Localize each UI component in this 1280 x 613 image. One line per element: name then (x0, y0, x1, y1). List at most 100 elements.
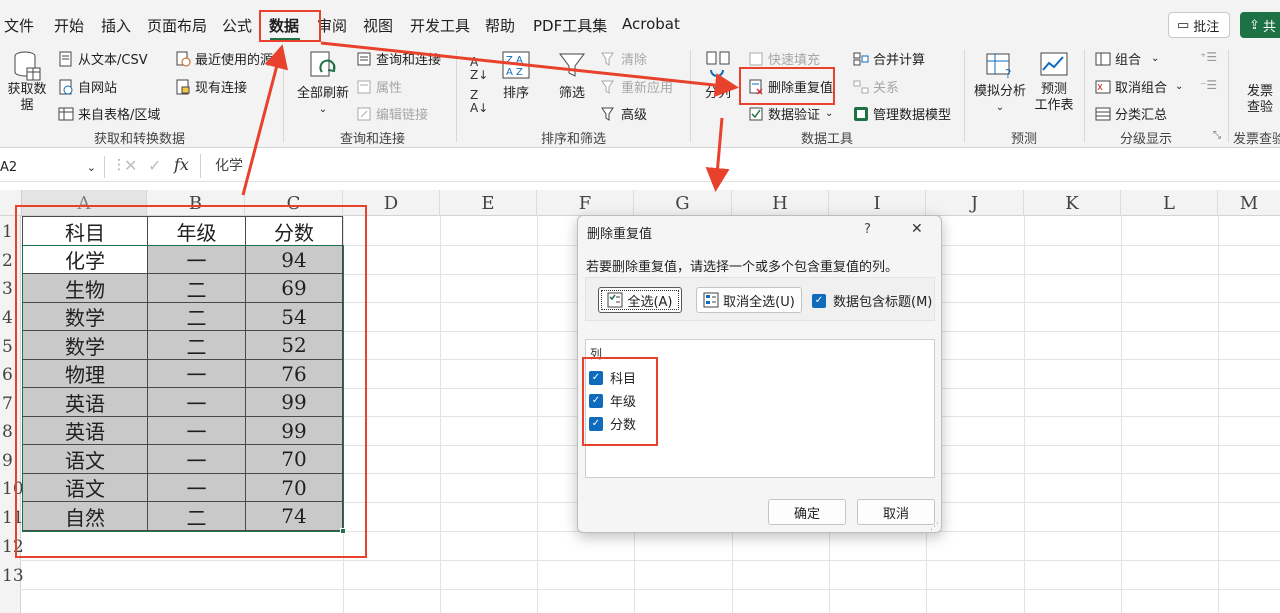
sort-button[interactable]: Z A A Z 排序 (498, 50, 534, 102)
cancel-button[interactable]: 取消 (857, 499, 935, 525)
invoice-check-button[interactable]: 发票 查验 (1240, 84, 1280, 116)
table-cell[interactable]: 一 (148, 474, 246, 502)
tab-page-layout[interactable]: 页面布局 (147, 15, 207, 36)
from-table-button[interactable]: 来自表格/区域 (58, 104, 160, 123)
sort-descending-icon[interactable]: Z A↓ (470, 89, 488, 115)
flash-fill-button[interactable]: 快速填充 (748, 49, 820, 68)
table-cell[interactable]: 一 (148, 445, 246, 474)
from-web-button[interactable]: 自网站 (58, 77, 117, 96)
from-text-csv-button[interactable]: 从文本/CSV (58, 49, 148, 68)
subtotal-button[interactable]: 分类汇总 (1095, 104, 1167, 123)
table-cell[interactable]: 94 (246, 246, 343, 274)
tab-formulas[interactable]: 公式 (222, 15, 252, 36)
column-header-c[interactable]: C (245, 190, 343, 216)
table-cell[interactable]: 二 (148, 502, 246, 531)
row-header-6[interactable]: 6 (0, 365, 20, 385)
column-header-h[interactable]: H (732, 190, 829, 216)
row-header-1[interactable]: 1 (0, 222, 20, 242)
tab-data[interactable]: 数据 (269, 15, 299, 36)
show-detail-icon[interactable]: ⁺☰ (1200, 50, 1217, 64)
select-all-corner[interactable] (0, 190, 22, 216)
column-checkbox-score[interactable]: ✓ 分数 (589, 414, 636, 433)
column-header-i[interactable]: I (829, 190, 926, 216)
has-headers-checkbox[interactable]: ✓ 数据包含标题(M) (812, 291, 932, 310)
reapply-filter-button[interactable]: 重新应用 (601, 77, 673, 96)
tab-home[interactable]: 开始 (54, 15, 84, 36)
clear-filter-button[interactable]: 清除 (601, 49, 647, 68)
properties-button[interactable]: 属性 (356, 77, 402, 96)
column-checkbox-grade[interactable]: ✓ 年级 (589, 391, 636, 410)
table-cell[interactable]: 一 (148, 388, 246, 417)
resize-grip-icon[interactable]: ⋰ (930, 522, 939, 532)
forecast-sheet-button[interactable]: 预测 工作表 (1032, 50, 1076, 114)
row-header-9[interactable]: 9 (0, 451, 20, 471)
edit-links-button[interactable]: 编辑链接 (356, 104, 428, 123)
table-cell[interactable]: 一 (148, 360, 246, 388)
tab-developer[interactable]: 开发工具 (410, 15, 470, 36)
select-all-button[interactable]: 全选(A) (598, 287, 682, 313)
table-cell[interactable]: 52 (246, 331, 343, 360)
share-button[interactable]: ⇪ 共 (1240, 12, 1280, 38)
confirm-entry-icon[interactable]: ✓ (148, 156, 161, 175)
tab-acrobat[interactable]: Acrobat (622, 15, 680, 33)
table-cell[interactable]: 数学 (23, 303, 148, 331)
tab-pdf-tools[interactable]: PDF工具集 (533, 15, 607, 36)
column-header-k[interactable]: K (1024, 190, 1121, 216)
table-cell[interactable]: 99 (246, 388, 343, 417)
hide-detail-icon[interactable]: ⁻☰ (1200, 78, 1217, 92)
table-cell[interactable]: 54 (246, 303, 343, 331)
table-cell[interactable]: 76 (246, 360, 343, 388)
text-to-columns-button[interactable]: 分列 (698, 50, 738, 102)
table-cell[interactable]: 数学 (23, 331, 148, 360)
table-header-cell[interactable]: 分数 (246, 217, 343, 246)
table-cell[interactable]: 物理 (23, 360, 148, 388)
column-header-e[interactable]: E (440, 190, 537, 216)
tab-review[interactable]: 审阅 (317, 15, 347, 36)
column-checkbox-subject[interactable]: ✓ 科目 (589, 368, 636, 387)
table-cell[interactable]: 英语 (23, 388, 148, 417)
table-cell[interactable]: 语文 (23, 474, 148, 502)
table-cell[interactable]: 自然 (23, 502, 148, 531)
data-validation-button[interactable]: 数据验证 ⌄ (748, 104, 833, 123)
name-box[interactable]: A2 ⌄ (0, 156, 100, 178)
sort-ascending-icon[interactable]: A Z↓ (470, 56, 488, 82)
table-cell[interactable]: 70 (246, 474, 343, 502)
table-cell[interactable]: 一 (148, 417, 246, 445)
table-cell[interactable]: 99 (246, 417, 343, 445)
row-header-8[interactable]: 8 (0, 422, 20, 442)
table-header-cell[interactable]: 年级 (148, 217, 246, 246)
queries-connections-button[interactable]: 查询和连接 (356, 49, 441, 68)
remove-duplicates-button[interactable]: 删除重复值 (748, 77, 833, 96)
column-header-m[interactable]: M (1218, 190, 1280, 216)
tab-insert[interactable]: 插入 (101, 15, 131, 36)
tab-help[interactable]: 帮助 (485, 15, 515, 36)
ok-button[interactable]: 确定 (768, 499, 846, 525)
column-header-j[interactable]: J (926, 190, 1024, 216)
table-header-cell[interactable]: 科目 (23, 217, 148, 246)
advanced-filter-button[interactable]: 高级 (601, 104, 647, 123)
dialog-launcher-icon[interactable]: ⤡ (1213, 130, 1221, 141)
table-cell[interactable]: 70 (246, 445, 343, 474)
recent-sources-button[interactable]: 最近使用的源 (175, 49, 273, 68)
insert-function-icon[interactable]: fx (174, 155, 189, 174)
what-if-analysis-button[interactable]: ? 模拟分析 ⌄ (972, 50, 1028, 116)
group-rows-button[interactable]: 组合 ⌄ (1095, 49, 1159, 68)
table-cell[interactable]: 二 (148, 303, 246, 331)
row-header-10[interactable]: 10 (0, 479, 24, 499)
table-cell[interactable]: 一 (148, 246, 246, 274)
row-header-2[interactable]: 2 (0, 251, 20, 271)
row-header-5[interactable]: 5 (0, 337, 20, 357)
column-header-g[interactable]: G (634, 190, 732, 216)
table-cell[interactable]: 69 (246, 274, 343, 303)
table-cell[interactable]: 生物 (23, 274, 148, 303)
formula-input[interactable]: 化学 (200, 154, 1280, 178)
existing-connections-button[interactable]: 现有连接 (175, 77, 247, 96)
table-cell[interactable]: 语文 (23, 445, 148, 474)
column-header-f[interactable]: F (537, 190, 634, 216)
table-cell[interactable]: 二 (148, 274, 246, 303)
relationships-button[interactable]: 关系 (853, 77, 899, 96)
ungroup-button[interactable]: 取消组合 ⌄ (1095, 77, 1183, 96)
row-header-11[interactable]: 11 (0, 508, 24, 528)
column-header-b[interactable]: B (147, 190, 245, 216)
table-cell[interactable]: 二 (148, 331, 246, 360)
